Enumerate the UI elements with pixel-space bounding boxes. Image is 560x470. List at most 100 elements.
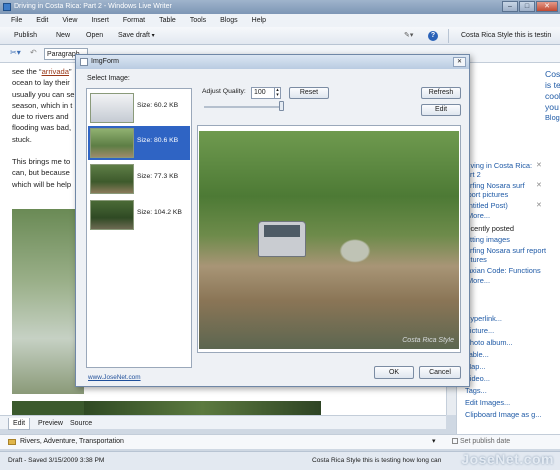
image-size: Size: 77.3 KB [137,173,179,180]
spinner-arrows-icon[interactable]: ▴ ▾ [274,88,280,98]
editor-line: This brings me to [12,157,71,167]
imgform-dialog: ImgForm ✕ Select Image: Size: 60.2 KB Si… [75,54,470,387]
watermark: JoseNet.com [461,451,554,467]
reset-button[interactable]: Reset [289,87,329,99]
quality-spinner[interactable]: 100 ▴ ▾ [251,87,281,99]
insert-photo-album[interactable]: Photo album... [465,338,513,347]
sidebar-blog-title-2: is testing how long can [545,80,560,90]
remove-icon[interactable]: ✕ [536,181,542,189]
menu-tools[interactable]: Tools [183,14,213,27]
preview-photo [199,131,459,349]
minimize-button[interactable]: – [502,1,518,12]
editor-line: which will be help [12,179,72,189]
app-icon [3,3,11,11]
dialog-icon [80,58,88,66]
menu-file[interactable]: File [4,14,29,27]
thumbnail [90,128,134,158]
insert-edit-images[interactable]: Edit Images... [465,398,510,407]
thumbnail [90,93,134,123]
editor-line: season, which in t [12,100,73,110]
site-link[interactable]: www.JoseNet.com [88,374,141,381]
editor-text[interactable]: see the “arrivada” ocean to lay their us… [12,66,82,190]
recent-more-link[interactable]: More... [467,211,490,220]
insert-hyperlink[interactable]: Hyperlink... [465,314,502,323]
posted-more-link[interactable]: More... [467,276,490,285]
tab-edit[interactable]: Edit [8,418,31,430]
editor-line: can, but because [12,168,70,178]
view-tabs: Edit Preview Source [0,415,446,430]
image-size: Size: 104.2 KB [137,209,182,216]
edit-button[interactable]: Edit [421,104,461,116]
window-title: Driving in Costa Rica: Part 2 - Windows … [14,3,172,10]
image-list[interactable]: Size: 60.2 KB Size: 80.6 KB Size: 77.3 K… [86,88,192,368]
open-button[interactable]: Open [86,30,103,42]
posted-item-3[interactable]: Maxian Code: Functions [461,266,541,275]
insert-tags[interactable]: Tags... [465,386,487,395]
thumbnail [90,164,134,194]
categories-value: Rivers, Adventure, Transportation [20,438,124,445]
cancel-button[interactable]: Cancel [419,366,461,379]
publish-button[interactable]: Publish [14,30,37,42]
undo-icon[interactable]: ↶ [30,48,37,57]
sidebar-blog-title-4: you think so [545,102,560,112]
ok-button[interactable]: OK [374,366,414,379]
quality-slider-thumb[interactable] [279,101,284,111]
pen-icon[interactable]: ✎▾ [404,30,413,42]
select-image-label: Select Image: [87,75,130,82]
arrivada-link[interactable]: arrivada [42,67,69,76]
post-photo-2[interactable] [84,401,321,415]
menu-table[interactable]: Table [152,14,183,27]
menu-blogs[interactable]: Blogs [213,14,245,27]
chevron-down-icon[interactable]: ▾ [432,437,436,445]
new-button[interactable]: New [56,30,70,42]
preview-watermark: Costa Rica Style [402,337,454,344]
image-size: Size: 80.6 KB [137,137,179,144]
image-item[interactable]: Size: 77.3 KB [88,162,190,196]
menu-help[interactable]: Help [245,14,273,27]
close-button[interactable]: ✕ [536,1,558,12]
remove-icon[interactable]: ✕ [536,161,542,169]
insert-clipboard-image[interactable]: Clipboard Image as g... [465,410,541,419]
quality-slider-track[interactable] [204,106,282,108]
sidebar-blog-title-3: cool stuff ah? [545,91,560,101]
sidebar-blog-link[interactable]: Blog [545,113,560,122]
image-item[interactable]: Size: 104.2 KB [88,198,190,232]
refresh-button[interactable]: Refresh [421,87,461,99]
cut-icon[interactable]: ✂▾ [10,48,21,57]
folder-icon [8,439,16,445]
image-item[interactable]: Size: 60.2 KB [88,91,190,125]
quality-value: 100 [254,89,266,96]
post-photo[interactable] [12,209,84,394]
menu-view[interactable]: View [55,14,84,27]
editor-line: flooding was bad, [12,123,72,133]
thumbnail [90,200,134,230]
post-photo-2-left [12,401,84,415]
preview-car-window [264,225,300,237]
image-size: Size: 60.2 KB [137,102,179,109]
save-draft-button[interactable]: Save draft [118,30,155,42]
checkbox-icon[interactable] [452,438,458,445]
image-item-selected[interactable]: Size: 80.6 KB [88,126,190,160]
blog-selector-label: Costa Rica Style this is testin [461,32,552,39]
menu-insert[interactable]: Insert [84,14,116,27]
image-preview: Costa Rica Style [197,125,461,353]
menu-format[interactable]: Format [116,14,152,27]
recent-item-1[interactable]: Driving in Costa Rica: [461,161,532,170]
publish-date-field[interactable]: Set publish date [446,434,560,449]
maximize-button[interactable]: □ [519,1,535,12]
posted-item-2[interactable]: Surfing Nosara surf report [461,246,546,255]
dialog-close-button[interactable]: ✕ [453,57,466,67]
editor-line: due to rivers and [12,112,69,122]
blog-status: Costa Rica Style this is testing how lon… [312,457,442,464]
tab-source[interactable]: Source [66,418,96,429]
tab-preview[interactable]: Preview [34,418,67,429]
blog-selector[interactable]: Costa Rica Style this is testin [448,29,560,43]
window-controls: – □ ✕ [502,1,558,13]
sidebar-blog-title-1: Costa Rica Style [545,69,560,79]
categories-bar[interactable]: Rivers, Adventure, Transportation ▾ [0,434,446,449]
remove-icon[interactable]: ✕ [536,201,542,209]
help-icon[interactable]: ? [428,31,438,41]
menu-edit[interactable]: Edit [29,14,55,27]
recent-item-2[interactable]: Surfing Nosara surf [461,181,525,190]
